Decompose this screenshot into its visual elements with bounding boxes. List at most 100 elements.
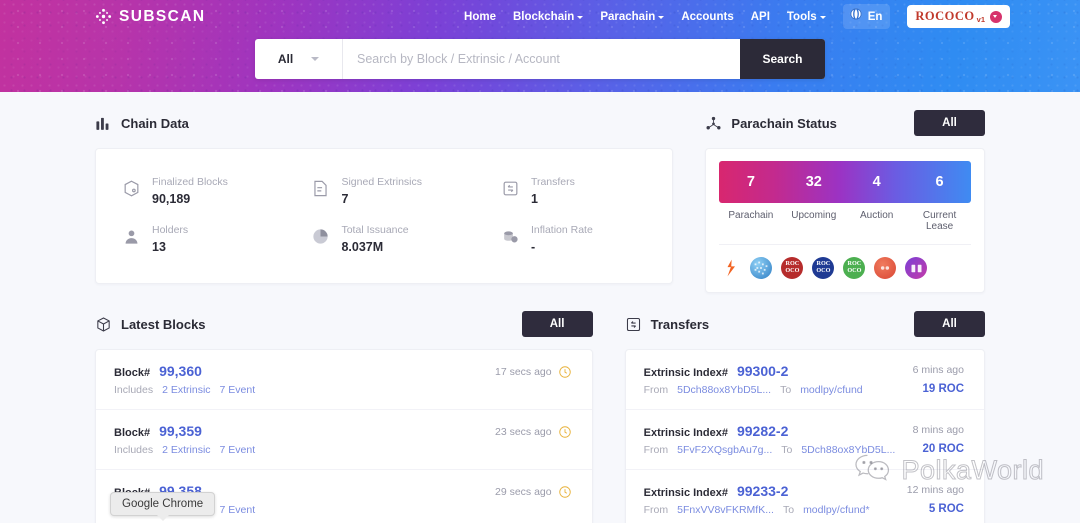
- nav-item-home[interactable]: Home: [464, 11, 496, 23]
- network-nodes-icon: [705, 115, 722, 132]
- transfer-row-line2: From 5Dch88ox8YbD5L... To modlpy/cfund: [644, 384, 913, 396]
- subscan-logo-icon: [95, 8, 112, 25]
- nav-item-home-label: Home: [464, 10, 496, 23]
- parachain-status-bar: 7 32 4 6: [719, 161, 971, 203]
- to-address-link[interactable]: modlpy/cfund: [800, 384, 862, 396]
- from-address-link[interactable]: 5FvF2XQsgbAu7g...: [677, 444, 772, 456]
- transfers-section: Transfers All Extrinsic Index# 99300-2 F…: [624, 307, 985, 523]
- parachain-icon-rococo-navy[interactable]: ROC OCO: [812, 257, 835, 279]
- block-row-time: 17 secs ago: [495, 363, 572, 379]
- extrinsic-index-link[interactable]: 99233-2: [737, 483, 788, 499]
- chain-data-card: Finalized Blocks 90,189 Signed Extrinsic…: [95, 148, 674, 284]
- transfers-card: Extrinsic Index# 99300-2 From 5Dch88ox8Y…: [624, 349, 985, 523]
- nav-links: Home Blockchain Parachain Accounts API T…: [464, 4, 1010, 29]
- block-number-link[interactable]: 99,360: [159, 363, 202, 379]
- extrinsic-count-link[interactable]: 2 Extrinsic: [162, 384, 210, 396]
- table-row[interactable]: Extrinsic Index# 99282-2 From 5FvF2XQsgb…: [625, 410, 984, 470]
- chain-selector[interactable]: ROCOCO v1: [907, 5, 1010, 28]
- from-address-link[interactable]: 5Dch88ox8YbD5L...: [677, 384, 771, 396]
- chain-data-title: Chain Data: [121, 115, 189, 131]
- stat-label: Signed Extrinsics: [341, 176, 423, 188]
- time-label: 17 secs ago: [494, 366, 552, 378]
- transfer-amount: 19 ROC: [922, 383, 964, 395]
- block-row-line1: Block# 99,359: [114, 423, 495, 439]
- extrinsic-index-label: Extrinsic Index#: [643, 487, 728, 499]
- parachain-icon-rococo-red[interactable]: ROC OCO: [781, 257, 804, 279]
- to-address-link[interactable]: modlpy/cfund*: [803, 504, 870, 516]
- subscan-logo-text: SUBSCAN: [119, 7, 206, 25]
- chain-data-header: Chain Data: [95, 106, 673, 140]
- to-label: To: [780, 384, 792, 396]
- block-number-link[interactable]: 99,359: [159, 423, 202, 439]
- search-filter-select[interactable]: All: [255, 39, 343, 79]
- segment-value: 4: [872, 174, 881, 190]
- block-row-line1: Block# 99,360: [114, 363, 495, 379]
- extrinsic-count-link[interactable]: 2 Extrinsic: [162, 444, 210, 456]
- block-row-time: 29 secs ago: [495, 483, 572, 499]
- table-row[interactable]: Block# 99,360 Includes 2 Extrinsic 7 Eve…: [96, 350, 592, 410]
- stat-transfers: Transfers 1: [479, 167, 668, 215]
- transfer-row-line1: Extrinsic Index# 99300-2: [644, 363, 913, 379]
- parachain-icon-globe[interactable]: [750, 257, 773, 279]
- time-label: 12 mins ago: [906, 484, 964, 496]
- nav-item-accounts[interactable]: Accounts: [681, 11, 733, 23]
- parachain-icon-red[interactable]: [874, 257, 897, 279]
- transfer-row-main: Extrinsic Index# 99282-2 From 5FvF2XQsgb…: [644, 423, 913, 456]
- stat-label: Holders: [152, 224, 189, 236]
- extrinsic-index-link[interactable]: 99282-2: [737, 423, 788, 439]
- transfer-amount: 20 ROC: [922, 443, 964, 455]
- stat-signed-extrinsics: Signed Extrinsics 7: [289, 167, 478, 215]
- nav-item-parachain[interactable]: Parachain: [600, 11, 665, 23]
- event-count-link[interactable]: 7 Event: [220, 444, 256, 456]
- transfers-all-button[interactable]: All: [914, 311, 985, 337]
- stat-value: 90,189: [152, 192, 191, 206]
- to-label: To: [781, 444, 793, 456]
- latest-blocks-all-button[interactable]: All: [521, 311, 593, 337]
- nav-item-tools[interactable]: Tools: [787, 11, 826, 23]
- search-input[interactable]: [343, 39, 740, 79]
- nav-item-accounts-label: Accounts: [681, 10, 734, 23]
- segment-label: Current Lease: [922, 210, 957, 232]
- chevron-down-icon[interactable]: [990, 10, 1002, 23]
- subscan-logo[interactable]: SUBSCAN: [95, 8, 205, 26]
- parachain-icon-purple[interactable]: [905, 257, 928, 279]
- table-row[interactable]: Extrinsic Index# 99300-2 From 5Dch88ox8Y…: [625, 350, 984, 410]
- latest-blocks-title: Latest Blocks: [121, 316, 206, 332]
- clock-icon: [558, 485, 572, 499]
- from-address-link[interactable]: 5FnxVV8vFKRMfK...: [677, 504, 774, 516]
- transfer-icon: [501, 179, 520, 198]
- extrinsic-index-link[interactable]: 99300-2: [737, 363, 788, 379]
- parachain-icon-rococo-green[interactable]: ROC OCO: [843, 257, 866, 279]
- parachain-icon-statemint[interactable]: [719, 257, 742, 279]
- latest-blocks-header: Latest Blocks All: [95, 307, 593, 341]
- chain-data-section: Chain Data Finalized Blocks 90,189 Signe…: [95, 106, 674, 293]
- language-selector[interactable]: En: [842, 4, 891, 29]
- to-address-link[interactable]: 5Dch88ox8YbD5L...: [801, 444, 895, 456]
- table-row[interactable]: Extrinsic Index# 99233-2 From 5FnxVV8vFK…: [626, 470, 984, 523]
- parachain-status-header: Parachain Status All: [705, 106, 985, 140]
- parachain-icon-list: ROC OCO ROC OCO ROC OCO: [719, 244, 971, 279]
- stat-label: Finalized Blocks: [152, 176, 228, 188]
- nav-item-blockchain[interactable]: Blockchain: [513, 11, 584, 23]
- cube-icon: [122, 179, 141, 198]
- stat-inflation-rate: Inflation Rate -: [479, 215, 668, 263]
- parachain-status-all-button[interactable]: All: [914, 110, 985, 136]
- segment-value: 6: [935, 174, 944, 190]
- search-area: All Search: [0, 39, 1080, 79]
- to-label: To: [782, 504, 795, 516]
- transfer-amount: 5 ROC: [928, 503, 964, 515]
- page-body: Chain Data Finalized Blocks 90,189 Signe…: [0, 106, 1080, 523]
- clock-icon: [558, 425, 572, 439]
- segment-value: 7: [746, 174, 755, 190]
- extrinsic-index-label: Extrinsic Index#: [643, 427, 728, 439]
- transfer-row-main: Extrinsic Index# 99300-2 From 5Dch88ox8Y…: [644, 363, 913, 396]
- top-navigation-bar: SUBSCAN Home Blockchain Parachain Accoun…: [0, 0, 1080, 33]
- chain-name-label: ROCOCO: [915, 9, 975, 23]
- block-row-main: Block# 99,360 Includes 2 Extrinsic 7 Eve…: [114, 363, 495, 396]
- search-button[interactable]: Search: [740, 39, 825, 79]
- document-edit-icon: [311, 179, 330, 198]
- event-count-link[interactable]: 7 Event: [220, 504, 256, 516]
- nav-item-api[interactable]: API: [751, 11, 770, 23]
- event-count-link[interactable]: 7 Event: [220, 384, 256, 396]
- table-row[interactable]: Block# 99,359 Includes 2 Extrinsic 7 Eve…: [96, 410, 592, 470]
